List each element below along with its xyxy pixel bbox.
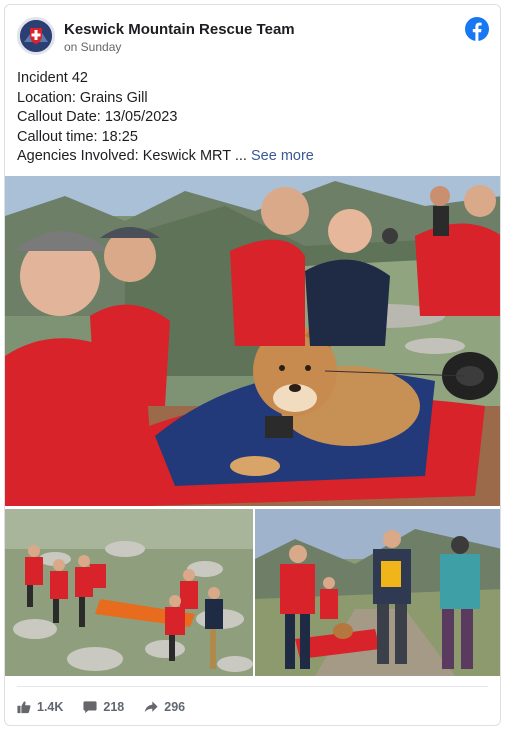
post-line-location: Location: Grains Gill <box>17 89 148 106</box>
stretcher-carry-photo-right[interactable] <box>255 509 500 676</box>
right-photo-illustration <box>255 509 500 676</box>
post-line-callout-date: Callout Date: 13/05/2023 <box>17 109 178 125</box>
likes-count[interactable]: 1.4K <box>17 700 63 714</box>
engagement-bar: 1.4K 218 296 <box>17 697 205 717</box>
post-text: Incident 42 Location: Grains Gill Callou… <box>17 69 487 167</box>
comment-icon <box>83 701 97 714</box>
thumbs-up-icon <box>17 701 31 714</box>
shares-value: 296 <box>164 700 186 714</box>
comments-value: 218 <box>103 700 125 714</box>
post-timestamp[interactable]: on Sunday <box>64 40 121 54</box>
see-more-link[interactable]: See more <box>251 148 314 164</box>
stretcher-carry-photo-left[interactable] <box>5 509 253 676</box>
left-photo-illustration <box>5 509 253 676</box>
shares-count[interactable]: 296 <box>144 700 185 714</box>
share-arrow-icon <box>144 701 158 713</box>
footer-divider <box>17 686 488 687</box>
post-line-callout-time: Callout time: 18:25 <box>17 128 138 145</box>
facebook-logo-icon[interactable] <box>465 17 489 41</box>
post-header: Keswick Mountain Rescue Team on Sunday <box>5 5 500 67</box>
comments-count[interactable]: 218 <box>83 700 124 714</box>
post-line-agencies: Agencies Involved: Keswick MRT ... See m… <box>17 147 487 167</box>
rescue-badge-icon <box>20 20 52 52</box>
agencies-text: Agencies Involved: Keswick MRT ... <box>17 148 247 164</box>
likes-value: 1.4K <box>37 700 64 714</box>
post-line-incident: Incident 42 <box>17 70 88 86</box>
main-photo-illustration <box>5 176 500 506</box>
page-avatar[interactable] <box>17 17 55 55</box>
main-photo[interactable] <box>5 176 500 506</box>
post-card: Keswick Mountain Rescue Team on Sunday I… <box>4 4 501 726</box>
page-name-link[interactable]: Keswick Mountain Rescue Team <box>64 21 295 38</box>
